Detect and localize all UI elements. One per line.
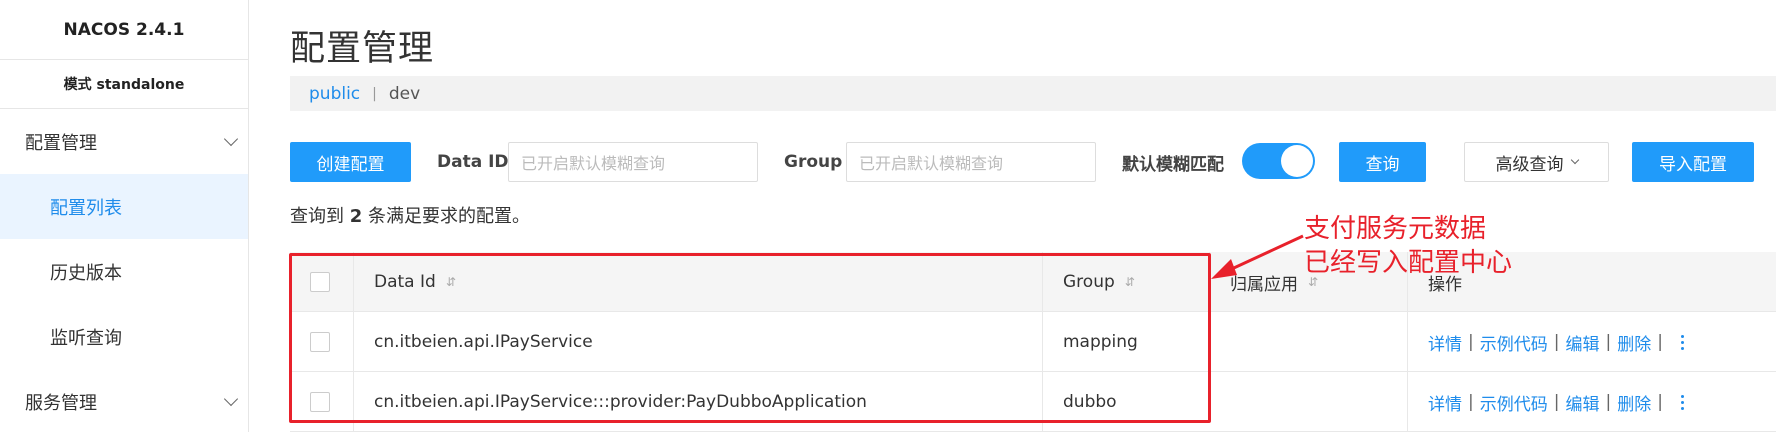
action-separator: | (1605, 392, 1612, 412)
main-content: 配置管理 public | dev 创建配置 Data ID 已开启默认模糊查询… (290, 0, 1776, 432)
action-separator: | (1605, 332, 1612, 352)
more-icon[interactable] (1680, 334, 1684, 350)
column-header-dataid[interactable]: Data Id ⇵ (374, 252, 456, 312)
select-all-checkbox[interactable] (310, 272, 330, 292)
sidebar-item-history[interactable]: 历史版本 (0, 239, 248, 304)
sidebar-item-label: 历史版本 (50, 262, 122, 284)
namespace-separator: | (372, 85, 377, 102)
detail-link[interactable]: 详情 (1428, 390, 1462, 415)
cell-actions: 详情 | 示例代码 | 编辑 | 删除 | (1428, 312, 1684, 372)
action-separator: | (1657, 332, 1663, 352)
fuzzy-match-toggle[interactable] (1242, 143, 1315, 179)
row-checkbox[interactable] (310, 392, 330, 412)
table-row: cn.itbeien.api.IPayService:::provider:Pa… (290, 372, 1776, 432)
chevron-down-icon (223, 131, 239, 146)
sidebar-item-label: 监听查询 (50, 327, 122, 349)
toggle-knob (1281, 145, 1313, 177)
sidebar: NACOS 2.4.1 模式 standalone 配置管理 配置列表 历史版本… (0, 0, 249, 432)
row-checkbox[interactable] (310, 332, 330, 352)
page-title: 配置管理 (290, 29, 435, 69)
cell-group: dubbo (1063, 392, 1117, 412)
action-separator: | (1553, 392, 1560, 412)
create-config-button[interactable]: 创建配置 (290, 142, 411, 182)
import-config-button[interactable]: 导入配置 (1632, 142, 1754, 182)
sample-code-link[interactable]: 示例代码 (1480, 390, 1548, 415)
detail-link[interactable]: 详情 (1428, 330, 1462, 355)
column-label: Group (1063, 272, 1115, 292)
sort-icon[interactable]: ⇵ (1125, 275, 1135, 289)
namespace-dev[interactable]: dev (389, 84, 420, 104)
search-toolbar: 创建配置 Data ID 已开启默认模糊查询 Group 已开启默认模糊查询 默… (290, 142, 1776, 182)
cell-group: mapping (1063, 332, 1138, 352)
action-separator: | (1468, 392, 1474, 412)
column-label: Data Id (374, 272, 436, 292)
namespace-public[interactable]: public (309, 84, 360, 104)
edit-link[interactable]: 编辑 (1565, 330, 1599, 355)
chevron-down-icon (1570, 155, 1579, 165)
select-all-cell (310, 252, 330, 312)
chevron-down-icon (223, 391, 239, 406)
annotation-arrow-icon (1211, 234, 1304, 279)
sidebar-group-label: 服务管理 (25, 392, 97, 414)
brand-title: NACOS 2.4.1 (0, 0, 248, 60)
sort-icon[interactable]: ⇵ (446, 275, 456, 289)
namespace-bar: public | dev (290, 76, 1776, 111)
sidebar-group-label: 配置管理 (25, 132, 97, 154)
cell-dataid: cn.itbeien.api.IPayService:::provider:Pa… (374, 392, 867, 412)
action-separator: | (1553, 332, 1560, 352)
annotation-text-line2: 已经写入配置中心 (1304, 248, 1513, 278)
cell-dataid: cn.itbeien.api.IPayService (374, 332, 593, 352)
sidebar-item-listener[interactable]: 监听查询 (0, 304, 248, 369)
result-summary: 查询到 2 条满足要求的配置。 (290, 202, 530, 228)
more-icon[interactable] (1680, 394, 1684, 410)
result-suffix: 条满足要求的配置。 (368, 206, 530, 227)
action-separator: | (1657, 392, 1663, 412)
advanced-query-label: 高级查询 (1495, 154, 1564, 175)
sidebar-item-label: 配置列表 (50, 197, 122, 219)
group-label: Group (784, 152, 843, 172)
result-prefix: 查询到 (290, 206, 344, 227)
dataid-label: Data ID (437, 152, 509, 172)
cell-actions: 详情 | 示例代码 | 编辑 | 删除 | (1428, 372, 1684, 432)
table-header-row: Data Id ⇵ Group ⇵ 归属应用 ⇵ 操作 (290, 252, 1776, 312)
advanced-query-button[interactable]: 高级查询 (1464, 142, 1609, 182)
config-table: Data Id ⇵ Group ⇵ 归属应用 ⇵ 操作 cn.itbeien.a… (290, 252, 1776, 432)
column-header-group[interactable]: Group ⇵ (1063, 252, 1135, 312)
group-input[interactable]: 已开启默认模糊查询 (846, 142, 1096, 182)
annotation-text-line1: 支付服务元数据 (1304, 214, 1487, 244)
table-row: cn.itbeien.api.IPayService mapping 详情 | 示… (290, 312, 1776, 372)
fuzzy-match-label: 默认模糊匹配 (1122, 154, 1224, 175)
sidebar-group-config[interactable]: 配置管理 (0, 109, 248, 174)
sidebar-group-service[interactable]: 服务管理 (0, 369, 248, 432)
sidebar-item-config-list[interactable]: 配置列表 (0, 174, 248, 239)
sample-code-link[interactable]: 示例代码 (1480, 330, 1548, 355)
mode-label: 模式 standalone (0, 60, 248, 109)
dataid-input[interactable]: 已开启默认模糊查询 (508, 142, 758, 182)
edit-link[interactable]: 编辑 (1565, 390, 1599, 415)
query-button[interactable]: 查询 (1339, 142, 1426, 182)
result-count: 2 (349, 206, 363, 227)
delete-link[interactable]: 删除 (1617, 390, 1651, 415)
delete-link[interactable]: 删除 (1617, 330, 1651, 355)
action-separator: | (1468, 332, 1474, 352)
